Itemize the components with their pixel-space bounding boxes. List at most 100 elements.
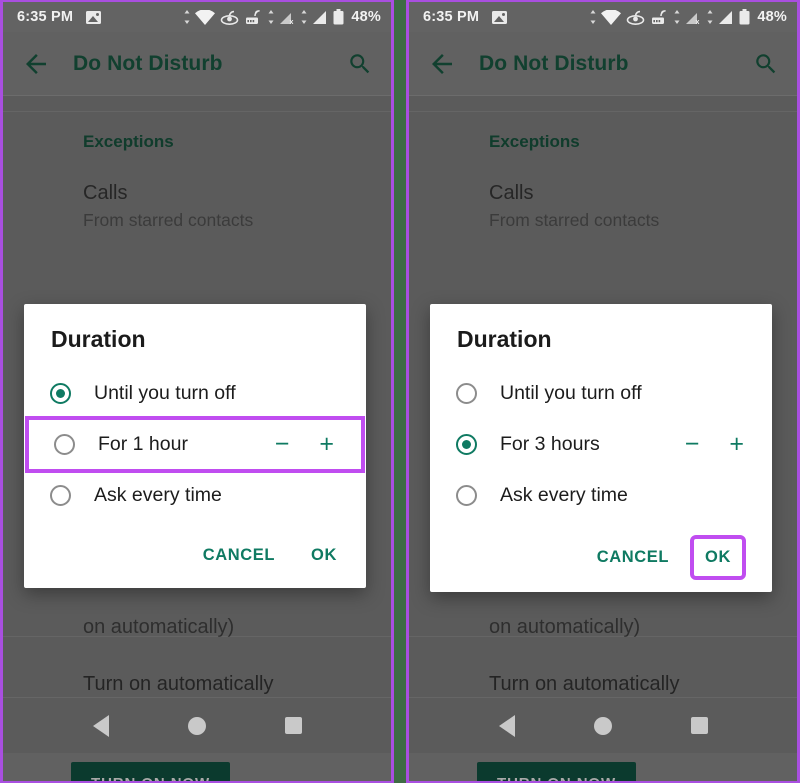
option-ask-every-time[interactable]: Ask every time [430, 470, 772, 521]
cast-icon [220, 9, 239, 25]
radio-icon[interactable] [456, 434, 477, 455]
signal-no-sim-icon: x [685, 10, 702, 25]
status-icon-tray: x 48% [590, 9, 787, 25]
option-label: Ask every time [94, 484, 222, 506]
row-turn-on-automatically-title[interactable]: Turn on automatically [489, 673, 679, 696]
option-until-you-turn-off[interactable]: Until you turn off [24, 368, 366, 419]
option-until-you-turn-off[interactable]: Until you turn off [430, 368, 772, 419]
plus-button[interactable]: + [729, 432, 744, 457]
wifi-icon [601, 9, 622, 25]
status-clock: 6:35 PM [423, 9, 480, 25]
settings-content-left: Exceptions Calls From starred contacts o… [3, 96, 391, 781]
nav-bar-right [409, 697, 797, 753]
mobile-data-arrows-icon-2 [301, 10, 307, 24]
image-icon [492, 10, 508, 24]
page-title: Do Not Disturb [479, 51, 629, 75]
option-for-duration[interactable]: For 3 hours − + [430, 419, 772, 470]
action-bar-left: Do Not Disturb [3, 32, 391, 96]
option-for-duration[interactable]: For 1 hour − + [25, 416, 365, 473]
search-icon[interactable] [347, 51, 373, 77]
dialog-title: Duration [51, 326, 146, 352]
duration-stepper: − + [275, 432, 340, 457]
option-label: Ask every time [500, 484, 628, 506]
hotspot-icon [244, 9, 263, 25]
ok-button[interactable]: OK [300, 539, 348, 572]
cast-icon [626, 9, 645, 25]
radio-icon[interactable] [50, 485, 71, 506]
phone-screen-right: 6:35 PM x 48% Do Not Disturb Exceptions … [406, 0, 800, 783]
radio-icon[interactable] [456, 485, 477, 506]
battery-icon [333, 9, 344, 25]
row-calls-title[interactable]: Calls [409, 152, 797, 205]
hotspot-icon [650, 9, 669, 25]
radio-icon[interactable] [456, 383, 477, 404]
option-label: Until you turn off [94, 382, 236, 404]
divider [3, 111, 391, 112]
battery-percent: 48% [757, 9, 787, 25]
radio-icon[interactable] [54, 434, 75, 455]
turn-on-now-button[interactable]: TURN ON NOW [71, 762, 231, 781]
nav-bar-left [3, 697, 391, 753]
divider-2 [3, 636, 391, 637]
row-calls-subtitle: From starred contacts [489, 210, 660, 230]
row-calls-title[interactable]: Calls [3, 152, 391, 205]
divider-2 [409, 636, 797, 637]
minus-button[interactable]: − [275, 432, 290, 457]
back-arrow-icon[interactable] [427, 49, 457, 79]
option-ask-every-time[interactable]: Ask every time [24, 470, 366, 521]
section-header-exceptions: Exceptions [83, 132, 174, 151]
option-label: For 1 hour [98, 433, 188, 455]
row-turn-on-automatically-title[interactable]: Turn on automatically [83, 673, 273, 696]
wifi-icon [195, 9, 216, 25]
nav-back-icon[interactable] [92, 714, 109, 737]
svg-text:x: x [290, 19, 294, 25]
search-icon[interactable] [753, 51, 779, 77]
data-transfer-arrows-icon [184, 10, 190, 24]
duration-options-right: Until you turn off For 3 hours − + Ask e… [430, 368, 772, 521]
row-calls-subtitle: From starred contacts [83, 210, 254, 230]
mobile-data-arrows-icon [268, 10, 274, 24]
radio-icon[interactable] [50, 383, 71, 404]
nav-back-icon[interactable] [498, 714, 515, 737]
mobile-data-arrows-icon [674, 10, 680, 24]
signal-icon [312, 10, 328, 25]
option-label: Until you turn off [500, 382, 642, 404]
status-bar-left: 6:35 PM x 48% [3, 2, 391, 32]
dialog-title: Duration [457, 326, 552, 352]
svg-text:x: x [696, 19, 700, 25]
battery-percent: 48% [351, 9, 381, 25]
dialog-actions-right: CANCEL OK [430, 521, 772, 582]
minus-button[interactable]: − [685, 432, 700, 457]
phone-screen-left: 6:35 PM x 48% Do Not Disturb Exceptions … [0, 0, 394, 783]
battery-icon [739, 9, 750, 25]
status-bar-right: 6:35 PM x 48% [409, 2, 797, 32]
turn-on-now-button[interactable]: TURN ON NOW [477, 762, 637, 781]
action-bar-right: Do Not Disturb [409, 32, 797, 96]
cancel-button[interactable]: CANCEL [192, 539, 286, 572]
nav-home-icon[interactable] [593, 716, 612, 735]
duration-dialog-right: Duration Until you turn off For 3 hours … [430, 304, 772, 592]
status-clock: 6:35 PM [17, 9, 74, 25]
nav-recents-icon[interactable] [690, 717, 708, 734]
data-transfer-arrows-icon [590, 10, 596, 24]
image-icon [86, 10, 102, 24]
cancel-button[interactable]: CANCEL [586, 541, 680, 574]
duration-stepper: − + [685, 432, 750, 457]
signal-no-sim-icon: x [279, 10, 296, 25]
duration-options-left: Until you turn off For 1 hour − + Ask ev… [24, 368, 366, 521]
back-arrow-icon[interactable] [21, 49, 51, 79]
ok-button[interactable]: OK [690, 535, 746, 580]
divider [409, 111, 797, 112]
nav-home-icon[interactable] [187, 716, 206, 735]
plus-button[interactable]: + [319, 432, 334, 457]
dialog-actions-left: CANCEL OK [24, 521, 366, 578]
section-header-exceptions: Exceptions [489, 132, 580, 151]
status-icon-tray: x 48% [184, 9, 381, 25]
mobile-data-arrows-icon-2 [707, 10, 713, 24]
duration-dialog-left: Duration Until you turn off For 1 hour −… [24, 304, 366, 588]
screenshot-stage: 6:35 PM x 48% Do Not Disturb Exceptions … [0, 0, 800, 783]
page-title: Do Not Disturb [73, 51, 223, 75]
settings-content-right: Exceptions Calls From starred contacts o… [409, 96, 797, 781]
nav-recents-icon[interactable] [284, 717, 302, 734]
signal-icon [718, 10, 734, 25]
